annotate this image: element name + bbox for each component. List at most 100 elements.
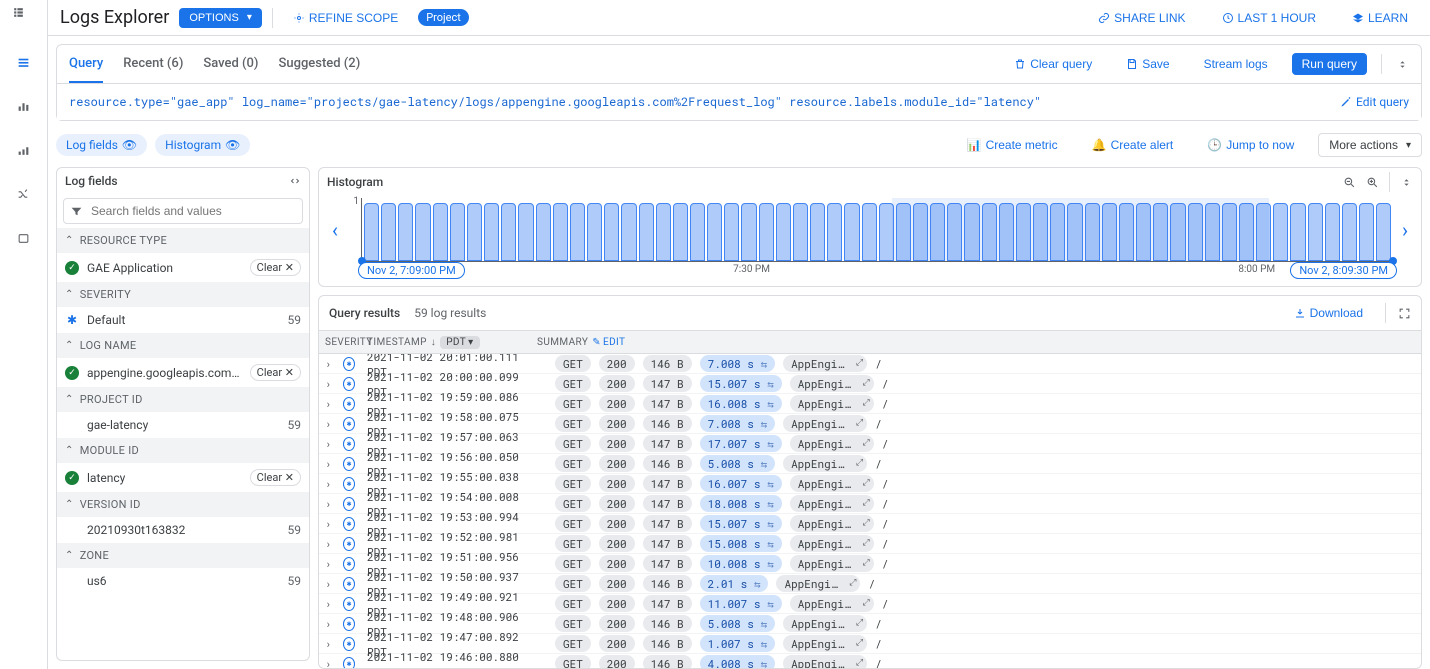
- col-timestamp[interactable]: TIMESTAMP ↓ PDT ▾: [361, 336, 531, 349]
- time-range-button[interactable]: LAST 1 HOUR: [1212, 7, 1326, 29]
- create-alert-button[interactable]: 🔔Create alert: [1082, 134, 1184, 156]
- code-icon[interactable]: [289, 175, 301, 187]
- timezone-chip[interactable]: PDT ▾: [440, 336, 479, 349]
- histogram-bar[interactable]: [467, 203, 482, 261]
- histogram-bar[interactable]: [741, 203, 756, 261]
- zoom-in-icon[interactable]: [1366, 176, 1379, 189]
- clear-filter-chip[interactable]: Clear ✕: [250, 259, 301, 276]
- histogram-bar[interactable]: [844, 203, 859, 261]
- useragent-tag[interactable]: AppEngine-Go…⤢: [790, 475, 874, 492]
- useragent-tag[interactable]: AppEngine-Go…⤢: [790, 495, 874, 512]
- histogram-bar[interactable]: [536, 203, 551, 261]
- useragent-tag[interactable]: AppEngine-Go…⤢: [783, 615, 867, 632]
- useragent-tag[interactable]: AppEngine-Go…⤢: [790, 395, 874, 412]
- tab-recent[interactable]: Recent (6): [123, 45, 183, 83]
- useragent-tag[interactable]: AppEngine-Go…⤢: [790, 435, 874, 452]
- zoom-out-icon[interactable]: [1343, 176, 1356, 189]
- query-string-input[interactable]: resource.type="gae_app" log_name="projec…: [57, 83, 1421, 120]
- expand-row-icon[interactable]: ›: [319, 496, 337, 511]
- expand-toggle-icon[interactable]: [1400, 176, 1413, 189]
- histogram-bar[interactable]: [673, 203, 688, 261]
- facet-item[interactable]: ✓appengine.googleapis.com/requ…Clear ✕: [57, 358, 309, 387]
- useragent-tag[interactable]: AppEngine-Go…⤢: [783, 355, 867, 372]
- clear-query-button[interactable]: Clear query: [1004, 53, 1102, 75]
- edit-columns-button[interactable]: ✎EDIT: [592, 337, 625, 348]
- jump-to-now-button[interactable]: 🕒Jump to now: [1197, 134, 1304, 156]
- nav-metrics-icon[interactable]: [12, 138, 36, 162]
- histogram-bar[interactable]: [621, 203, 636, 261]
- histogram-bar[interactable]: [1290, 203, 1305, 261]
- clear-filter-chip[interactable]: Clear ✕: [250, 469, 301, 486]
- facet-item[interactable]: ✱Default59: [57, 307, 309, 333]
- expand-row-icon[interactable]: ›: [319, 556, 337, 571]
- histogram-bar[interactable]: [484, 203, 499, 261]
- histogram-selection[interactable]: [892, 198, 1269, 261]
- useragent-tag[interactable]: AppEngine-Go…⤢: [790, 555, 874, 572]
- histogram-bar[interactable]: [587, 203, 602, 261]
- useragent-tag[interactable]: AppEngine-Go…⤢: [790, 535, 874, 552]
- search-input[interactable]: [89, 203, 296, 219]
- log-row[interactable]: ›✱2021-11-02 19:46:00.880 PDTGET200146 B…: [319, 654, 1421, 668]
- histogram-bar[interactable]: [759, 203, 774, 261]
- log-fields-search[interactable]: [63, 198, 303, 224]
- nav-storage-icon[interactable]: [12, 226, 36, 250]
- histogram-bar[interactable]: [450, 203, 465, 261]
- histogram-bar[interactable]: [604, 203, 619, 261]
- learn-button[interactable]: LEARN: [1342, 7, 1418, 29]
- histogram-bar[interactable]: [570, 203, 585, 261]
- facet-item[interactable]: ✓GAE ApplicationClear ✕: [57, 253, 309, 282]
- histogram-bar[interactable]: [656, 203, 671, 261]
- facet-group-header[interactable]: ⌃ RESOURCE TYPE: [57, 228, 309, 253]
- histogram-next[interactable]: ›: [1393, 218, 1417, 242]
- useragent-tag[interactable]: AppEngine-Go…⤢: [783, 415, 867, 432]
- facet-group-header[interactable]: ⌃ LOG NAME: [57, 333, 309, 358]
- nav-dashboards-icon[interactable]: [12, 94, 36, 118]
- facet-item[interactable]: us659: [57, 568, 309, 594]
- histogram-bar[interactable]: [1308, 203, 1323, 261]
- project-chip[interactable]: Project: [418, 9, 469, 26]
- expand-row-icon[interactable]: ›: [319, 416, 337, 431]
- expand-row-icon[interactable]: ›: [319, 596, 337, 611]
- expand-row-icon[interactable]: ›: [319, 476, 337, 491]
- options-button[interactable]: OPTIONS: [179, 8, 262, 28]
- expand-row-icon[interactable]: ›: [319, 636, 337, 651]
- histogram-bar[interactable]: [793, 203, 808, 261]
- expand-row-icon[interactable]: ›: [319, 616, 337, 631]
- histogram-bar[interactable]: [1342, 203, 1357, 261]
- facet-group-header[interactable]: ⌃ ZONE: [57, 543, 309, 568]
- facet-group-header[interactable]: ⌃ MODULE ID: [57, 438, 309, 463]
- expand-row-icon[interactable]: ›: [319, 576, 337, 591]
- stream-logs-button[interactable]: Stream logs: [1194, 53, 1278, 75]
- histogram-bar[interactable]: [364, 203, 379, 261]
- chip-histogram[interactable]: Histogram 👁: [155, 134, 250, 156]
- facet-group-header[interactable]: ⌃ SEVERITY: [57, 282, 309, 307]
- nav-shuffle-icon[interactable]: [12, 182, 36, 206]
- histogram-bar[interactable]: [862, 203, 877, 261]
- expand-row-icon[interactable]: ›: [319, 516, 337, 531]
- histogram-bar[interactable]: [724, 203, 739, 261]
- refine-scope-button[interactable]: REFINE SCOPE: [283, 7, 408, 29]
- facet-group-header[interactable]: ⌃ VERSION ID: [57, 492, 309, 517]
- histogram-bar[interactable]: [518, 203, 533, 261]
- expand-row-icon[interactable]: ›: [319, 396, 337, 411]
- histogram-bar[interactable]: [553, 203, 568, 261]
- fullscreen-icon[interactable]: [1398, 307, 1411, 320]
- facet-item[interactable]: 20210930t16383259: [57, 517, 309, 543]
- useragent-tag[interactable]: AppEngine-Go…⤢: [783, 655, 867, 668]
- histogram-bar[interactable]: [776, 203, 791, 261]
- histogram-bar[interactable]: [707, 203, 722, 261]
- chip-log-fields[interactable]: Log fields 👁: [56, 134, 147, 156]
- histogram-bar[interactable]: [1273, 203, 1288, 261]
- edit-query-link[interactable]: Edit query: [1340, 95, 1409, 109]
- expand-row-icon[interactable]: ›: [319, 456, 337, 471]
- useragent-tag[interactable]: AppEngine-Go…⤢: [790, 595, 874, 612]
- clear-filter-chip[interactable]: Clear ✕: [250, 364, 301, 381]
- histogram-bar[interactable]: [810, 203, 825, 261]
- facet-item[interactable]: gae-latency59: [57, 412, 309, 438]
- useragent-tag[interactable]: AppEngine-Go…⤢: [783, 455, 867, 472]
- histogram-bar[interactable]: [381, 203, 396, 261]
- histogram-bar[interactable]: [1376, 203, 1391, 261]
- histogram-bar[interactable]: [501, 203, 516, 261]
- create-metric-button[interactable]: 📊Create metric: [957, 134, 1068, 156]
- histogram-prev[interactable]: ‹: [323, 218, 347, 242]
